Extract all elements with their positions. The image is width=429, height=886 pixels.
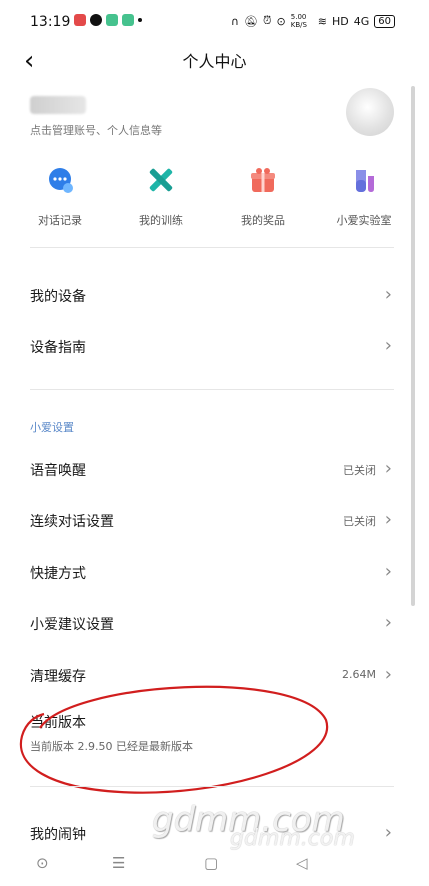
more-dot-icon <box>138 18 142 22</box>
quick-label: 我的训练 <box>139 214 183 227</box>
chevron-right-icon: › <box>384 335 392 356</box>
row-label: 我的闹钟 <box>30 827 86 843</box>
chevron-right-icon: › <box>384 822 392 843</box>
menu-row-shortcut[interactable]: 快捷方式 › <box>30 547 394 597</box>
quick-label: 小爱实验室 <box>336 214 392 227</box>
chevron-right-icon: › <box>384 612 392 633</box>
quick-lab[interactable]: 小爱实验室 <box>314 166 414 228</box>
menu-row-suggestion-settings[interactable]: 小爱建议设置 › <box>30 598 394 648</box>
battery-icon: 60 <box>374 14 395 28</box>
chat-bubble-icon <box>49 168 73 193</box>
quick-label: 我的奖品 <box>241 214 285 227</box>
chevron-right-icon: › <box>384 509 392 530</box>
menu-row-continuous-dialog[interactable]: 连续对话设置 已关闭 › <box>30 495 394 545</box>
row-label: 快捷方式 <box>30 566 86 582</box>
home-icon[interactable]: ▢ <box>204 854 218 872</box>
menu-row-voice-wake[interactable]: 语音唤醒 已关闭 › <box>30 444 394 494</box>
alarm-icon: ⏰︎ <box>262 14 272 27</box>
divider <box>30 389 394 390</box>
assistant-icon[interactable]: ⊙ <box>36 854 49 872</box>
section-title-xiaoai-settings: 小爱设置 <box>30 421 74 434</box>
menu-row-device-guide[interactable]: 设备指南 › <box>30 321 394 371</box>
quick-label: 对话记录 <box>38 214 82 227</box>
mute-icon: 🔕︎ <box>243 14 258 28</box>
divider <box>30 786 394 787</box>
notification-icons <box>74 14 142 26</box>
row-label: 设备指南 <box>30 340 86 356</box>
app-notification-icon <box>74 14 86 26</box>
net-speed: 5.00 KB/S <box>290 13 307 29</box>
nav-bar: ‹ 个人中心 <box>0 36 429 80</box>
hd-label: HD <box>331 14 349 28</box>
status-time: 13:19 <box>30 14 71 30</box>
page-title: 个人中心 <box>182 52 247 71</box>
menu-icon[interactable]: ☰ <box>112 854 125 872</box>
cross-icon <box>149 168 173 192</box>
quick-actions: 对话记录 我的训练 我的奖品 小爱实验室 <box>0 166 429 236</box>
row-value: 已关闭 <box>343 464 376 477</box>
row-label: 连续对话设置 <box>30 514 114 530</box>
chevron-right-icon: › <box>384 458 392 479</box>
headset-icon: ∩ <box>230 14 239 28</box>
row-label: 我的设备 <box>30 289 86 305</box>
status-indicators: ∩ 🔕︎ ⏰︎ ⊙ 5.00 KB/S ≋ HD 4G 60 <box>231 13 395 29</box>
signal-icon: 4G <box>353 14 370 28</box>
quick-my-training[interactable]: 我的训练 <box>111 166 211 228</box>
gift-icon <box>251 168 275 192</box>
system-nav-bar: ⊙ ☰ ▢ ◁ <box>0 848 429 886</box>
scrollbar[interactable] <box>411 86 415 606</box>
location-icon: ⊙ <box>276 14 286 28</box>
row-value: 已关闭 <box>343 515 376 528</box>
wechat-icon <box>90 14 102 26</box>
back-nav-icon[interactable]: ◁ <box>296 854 308 872</box>
wifi-icon: ≋ <box>317 14 327 28</box>
chevron-right-icon: › <box>384 561 392 582</box>
menu-row-my-devices[interactable]: 我的设备 › <box>30 270 394 320</box>
row-label: 语音唤醒 <box>30 463 86 479</box>
chevron-right-icon: › <box>384 284 392 305</box>
profile-card[interactable]: 点击管理账号、个人信息等 <box>30 88 400 156</box>
quick-my-prizes[interactable]: 我的奖品 <box>213 166 313 228</box>
quick-chat-history[interactable]: 对话记录 <box>10 166 110 228</box>
lab-beaker-icon <box>356 170 374 192</box>
profile-hint: 点击管理账号、个人信息等 <box>30 124 162 137</box>
app-notification-icon <box>122 14 134 26</box>
divider <box>30 247 394 248</box>
app-notification-icon <box>106 14 118 26</box>
blurred-username <box>30 96 86 114</box>
row-label: 小爱建议设置 <box>30 617 114 633</box>
avatar[interactable] <box>346 88 394 136</box>
